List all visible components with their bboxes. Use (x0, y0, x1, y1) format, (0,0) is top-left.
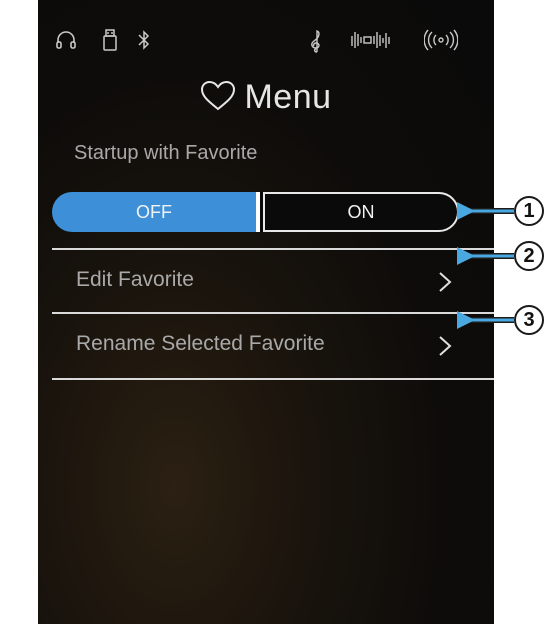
callout-number: 3 (514, 305, 544, 335)
callout-number: 1 (514, 196, 544, 226)
callout-number: 2 (514, 241, 544, 271)
callout-arrows (457, 202, 514, 329)
